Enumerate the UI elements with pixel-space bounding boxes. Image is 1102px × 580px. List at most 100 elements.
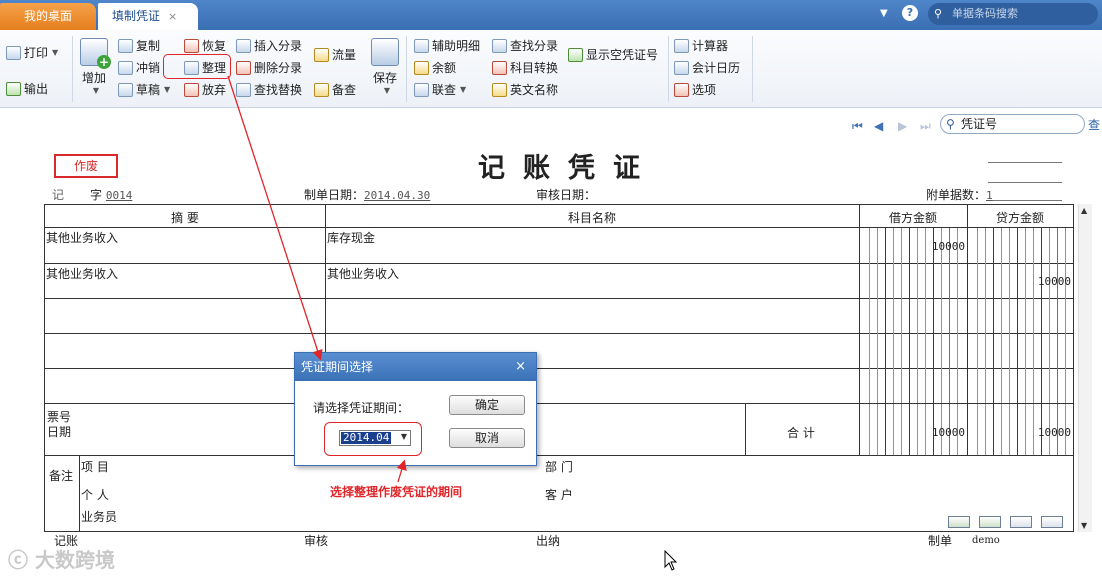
divider (859, 205, 860, 455)
english-name-button[interactable]: 英文名称 (492, 81, 558, 98)
voucher-type-char: 记 (52, 188, 65, 202)
attachments-label: 附单据数： (926, 188, 987, 202)
copy-button[interactable]: 复制 (118, 37, 160, 54)
row-2-account[interactable]: 其他业务收入 (327, 265, 399, 282)
attachments-count[interactable]: 1 (986, 189, 993, 202)
calendar-label: 会计日历 (692, 61, 741, 75)
calculator-button[interactable]: 计算器 (674, 37, 728, 54)
voucher-number[interactable]: 0014 (106, 189, 133, 202)
aux-detail-button[interactable]: 辅助明细 (414, 37, 480, 54)
mouse-cursor-icon (664, 550, 678, 571)
row-1-debit[interactable]: 10000 (861, 240, 965, 253)
next-record-icon[interactable]: ▶ (898, 120, 910, 132)
balance-label: 余额 (432, 61, 457, 75)
abandon-button[interactable]: 放弃 (184, 81, 226, 98)
void-stamp: 作废 (54, 154, 118, 178)
row-2-credit[interactable]: 10000 (969, 275, 1071, 288)
dialog-title-bar[interactable]: 凭证期间选择 × (295, 353, 536, 381)
query-button[interactable]: 查 (1088, 116, 1100, 133)
delete-entry-label: 删除分录 (254, 61, 303, 75)
chat-bubble-icon: ⓒ (8, 548, 28, 572)
row-1-summary[interactable]: 其他业务收入 (46, 229, 118, 246)
save-button[interactable]: 保存 ▼ (370, 38, 400, 95)
tab-home[interactable]: 我的桌面 (0, 3, 96, 30)
tab-voucher-entry[interactable]: 填制凭证 × (98, 3, 198, 30)
last-record-icon[interactable]: ⏭ (920, 120, 932, 132)
copy-label: 复制 (136, 39, 161, 53)
ok-button[interactable]: 确定 (449, 395, 525, 415)
export-button[interactable]: 输出 (6, 80, 48, 97)
dialog-prompt: 请选择凭证期间： (313, 401, 410, 415)
row-1-account[interactable]: 库存现金 (327, 229, 375, 246)
calculator-icon (674, 38, 689, 53)
close-icon[interactable]: × (168, 10, 177, 23)
divider (79, 455, 80, 531)
voucher-date-value[interactable]: 2014.04.30 (364, 189, 430, 202)
restore-button[interactable]: 恢复 (184, 37, 226, 54)
insert-entry-button[interactable]: 插入分录 (236, 37, 302, 54)
barcode-search-input[interactable]: ⚲ 单据条码搜索 (928, 3, 1098, 25)
calendar-button[interactable]: 会计日历 (674, 59, 740, 76)
voucher-type[interactable]: 记 字 0014 (52, 186, 132, 203)
reverse-label: 冲销 (136, 61, 161, 75)
options-button[interactable]: 选项 (674, 81, 716, 98)
chevron-down-icon: ▼ (92, 86, 100, 95)
watermark-text: 大数跨境 (34, 548, 115, 572)
link-query-label: 联查 (432, 83, 457, 97)
draft-button[interactable]: 草稿 ▼ (118, 81, 170, 98)
account-convert-button[interactable]: 科目转换 (492, 59, 558, 76)
options-label: 选项 (692, 83, 717, 97)
calendar-icon (674, 60, 689, 75)
first-record-icon[interactable]: ⏮ (852, 120, 864, 132)
auditor-label: 审核 (304, 534, 329, 548)
divider (406, 36, 407, 102)
delete-entry-button[interactable]: 删除分录 (236, 59, 302, 76)
english-name-label: 英文名称 (510, 83, 559, 97)
prev-record-icon[interactable]: ◀ (874, 120, 886, 132)
tools-icon[interactable] (1010, 516, 1032, 528)
voucher-table: 摘 要 科目名称 借方金额 贷方金额 其他业务收入 库存现金 10000 其他业… (44, 204, 1074, 532)
backup-button[interactable]: 备查 (314, 81, 356, 98)
link-query-button[interactable]: 联查 ▼ (414, 81, 466, 98)
customer-label: 客 户 (545, 488, 573, 502)
voucher-search-input[interactable]: ⚲ 凭证号 (940, 114, 1085, 134)
add-button[interactable]: + 增加 ▼ (78, 38, 111, 95)
find-entry-label: 查找分录 (510, 39, 559, 53)
find-replace-button[interactable]: 查找替换 (236, 81, 302, 98)
person-label: 个 人 (81, 488, 109, 502)
reverse-button[interactable]: 冲销 (118, 59, 160, 76)
help-icon[interactable]: ? (902, 5, 918, 21)
voucher-date: 制单日期：2014.04.30 (304, 186, 430, 203)
reference-icon[interactable] (948, 516, 970, 528)
balance-button[interactable]: 余额 (414, 59, 456, 76)
scroll-down-icon[interactable]: ▼ (1081, 521, 1087, 530)
cashflow-button[interactable]: 流量 (314, 46, 356, 63)
show-empty-voucher-button[interactable]: 显示空凭证号 (568, 46, 658, 63)
tab-bar: 我的桌面 填制凭证 × ▼ ? ⚲ 单据条码搜索 (0, 0, 1102, 30)
divider (745, 403, 746, 455)
scroll-up-icon[interactable]: ▲ (1081, 206, 1087, 215)
card-icon[interactable] (979, 516, 1001, 528)
divider (967, 205, 968, 455)
ticket-date-label: 日期 (47, 425, 72, 439)
expand-icon[interactable] (1041, 516, 1063, 528)
find-entry-button[interactable]: 查找分录 (492, 37, 558, 54)
vertical-scrollbar[interactable]: ▲ ▼ (1078, 204, 1092, 532)
divider (988, 200, 1062, 201)
period-highlight (324, 422, 422, 456)
header-debit: 借方金额 (888, 211, 937, 225)
audit-date-label: 审核日期： (536, 188, 597, 202)
backup-label: 备查 (332, 83, 357, 97)
delete-entry-icon (236, 60, 251, 75)
credit-ruling (969, 228, 1071, 403)
cancel-button[interactable]: 取消 (449, 428, 525, 448)
show-empty-voucher-label: 显示空凭证号 (586, 48, 659, 62)
find-replace-label: 查找替换 (254, 83, 303, 97)
print-button[interactable]: 打印 ▼ (6, 44, 58, 61)
chevron-down-icon: ▼ (52, 48, 59, 57)
close-icon[interactable]: × (515, 353, 526, 381)
insert-entry-icon (236, 38, 251, 53)
row-2-summary[interactable]: 其他业务收入 (46, 265, 118, 282)
chevron-down-icon[interactable]: ▼ (880, 8, 888, 19)
balance-icon (414, 60, 429, 75)
